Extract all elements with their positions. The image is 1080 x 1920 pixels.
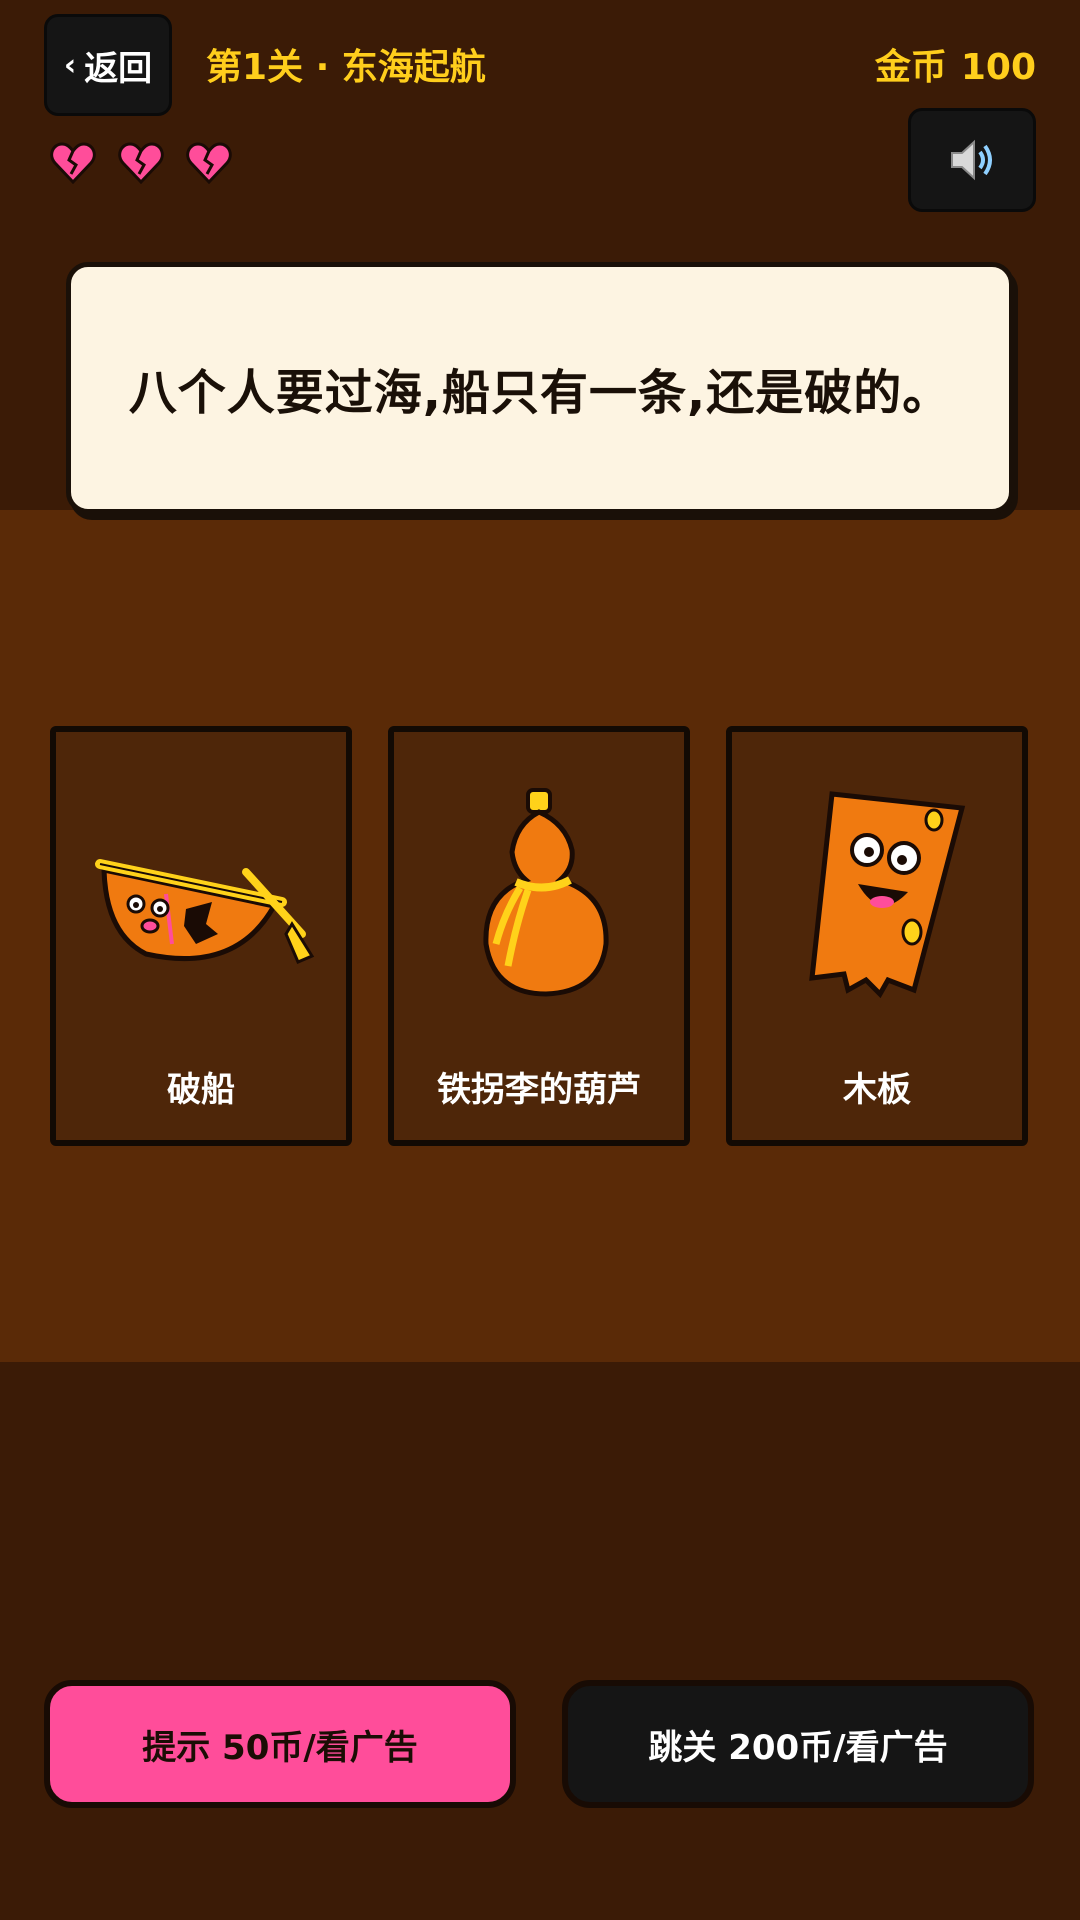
back-label: 返回: [84, 48, 153, 89]
option-card-plank[interactable]: 木板: [726, 726, 1028, 1146]
question-card: 八个人要过海,船只有一条,还是破的。: [66, 262, 1014, 514]
background-bottom: [0, 1362, 1080, 1920]
hint-button[interactable]: 提示 50币/看广告: [44, 1680, 516, 1808]
lives-indicator: [50, 142, 232, 184]
broken-heart-icon: [50, 142, 96, 184]
coins-label: 金币: [874, 47, 947, 88]
option-card-gourd[interactable]: 铁拐李的葫芦: [388, 726, 690, 1146]
chevron-left-icon: ‹: [63, 47, 77, 83]
level-title: 第1关 · 东海起航: [206, 47, 486, 88]
hint-label: 提示 50币/看广告: [142, 1727, 418, 1768]
option-label: 木板: [843, 1070, 911, 1110]
plank-icon: [809, 791, 966, 999]
option-card-broken-boat[interactable]: 破船: [50, 726, 352, 1146]
option-cards: 破船 铁拐李的葫芦 木板: [50, 726, 1030, 1146]
coin-counter: 金币 100: [875, 38, 1036, 90]
gourd-icon: [483, 788, 609, 997]
skip-label: 跳关 200币/看广告: [648, 1727, 948, 1768]
sound-button[interactable]: [908, 108, 1036, 212]
skip-level-button[interactable]: 跳关 200币/看广告: [562, 1680, 1034, 1808]
broken-boat-icon: [95, 859, 315, 964]
speaker-icon: [951, 139, 992, 181]
broken-heart-icon: [186, 142, 232, 184]
question-text: 八个人要过海,船只有一条,还是破的。: [128, 365, 952, 421]
option-label: 铁拐李的葫芦: [437, 1070, 641, 1110]
back-button[interactable]: ‹ 返回: [44, 14, 172, 116]
broken-heart-icon: [118, 142, 164, 184]
coins-value: 100: [960, 47, 1036, 88]
option-label: 破船: [167, 1070, 235, 1110]
